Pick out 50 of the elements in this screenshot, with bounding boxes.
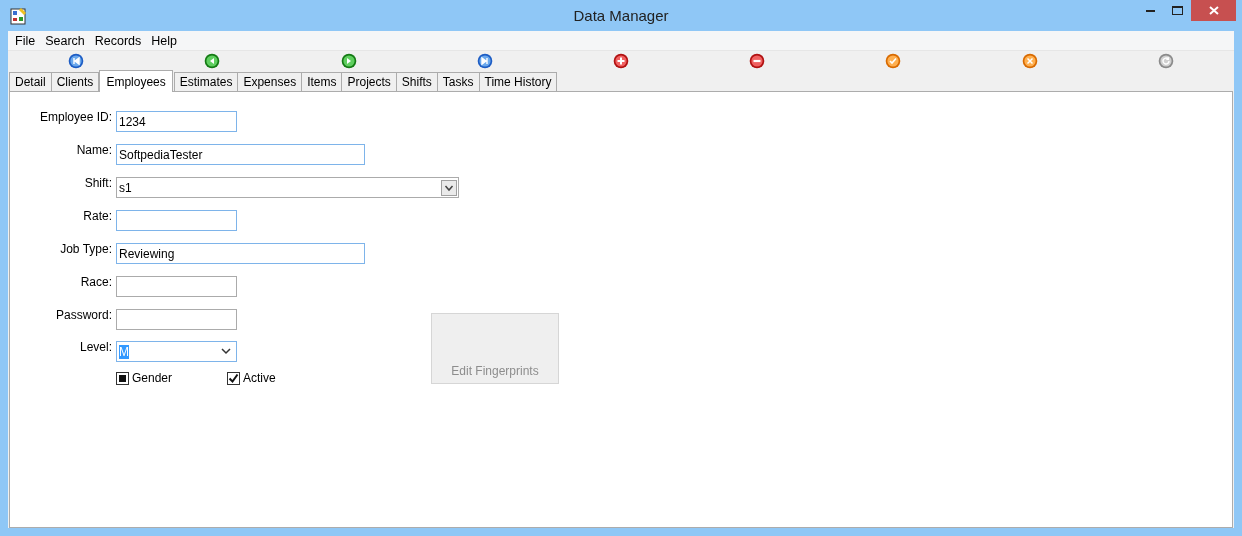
field-label: Password:	[54, 308, 113, 322]
text-field[interactable]: Reviewing	[116, 243, 365, 264]
window-title: Data Manager	[573, 7, 669, 24]
close-icon	[1208, 6, 1219, 15]
tab[interactable]: Employees	[99, 70, 173, 92]
field-value: s1	[119, 180, 132, 195]
chevron-down-icon	[221, 348, 231, 355]
menu-item[interactable]: File	[10, 33, 41, 48]
field-value: M	[119, 344, 129, 359]
app-icon	[10, 6, 28, 25]
last-button[interactable]	[476, 53, 493, 69]
text-field[interactable]: 1234	[116, 111, 237, 132]
tab[interactable]: Estimates	[173, 72, 239, 91]
previous-button[interactable]	[204, 53, 221, 69]
field-label: Race:	[79, 275, 113, 289]
menu-item[interactable]: Search	[40, 33, 90, 48]
menu-item[interactable]: Records	[89, 33, 147, 48]
field-label: Name:	[75, 143, 113, 157]
dropdown-field[interactable]: s1	[116, 177, 459, 198]
delete-button[interactable]	[749, 53, 766, 69]
field-value: SoftpediaTester	[119, 147, 203, 162]
field-label: Rate:	[82, 209, 113, 223]
field-value: Reviewing	[119, 246, 175, 261]
text-field[interactable]	[116, 210, 237, 231]
close-button[interactable]	[1191, 0, 1236, 21]
add-button[interactable]	[613, 53, 629, 69]
first-button[interactable]	[68, 53, 85, 69]
cancel-button[interactable]	[1021, 53, 1038, 69]
checkbox-label: Gender	[132, 371, 173, 385]
maximize-icon[interactable]	[1172, 6, 1183, 15]
tab[interactable]: Time History	[478, 72, 558, 91]
next-button[interactable]	[340, 53, 357, 69]
text-field[interactable]	[116, 309, 237, 330]
menu-item[interactable]: Help	[146, 33, 183, 48]
tab[interactable]: Projects	[341, 72, 397, 91]
field-label: Level:	[78, 340, 113, 354]
tab[interactable]: Clients	[50, 72, 100, 91]
field-label: Job Type:	[59, 242, 113, 256]
text-field[interactable]	[116, 276, 237, 297]
field-label: Shift:	[83, 176, 113, 190]
tab[interactable]: Expenses	[237, 72, 303, 91]
checkbox-label: Active	[243, 371, 276, 385]
checkbox[interactable]	[116, 371, 129, 385]
text-field[interactable]: SoftpediaTester	[116, 144, 365, 165]
save-button[interactable]	[885, 53, 902, 69]
minimize-icon[interactable]	[1146, 9, 1155, 12]
field-value: 1234	[119, 114, 146, 129]
checkbox[interactable]	[227, 371, 240, 385]
field-label: Employee ID:	[38, 110, 113, 124]
tab[interactable]: Detail	[9, 72, 52, 91]
